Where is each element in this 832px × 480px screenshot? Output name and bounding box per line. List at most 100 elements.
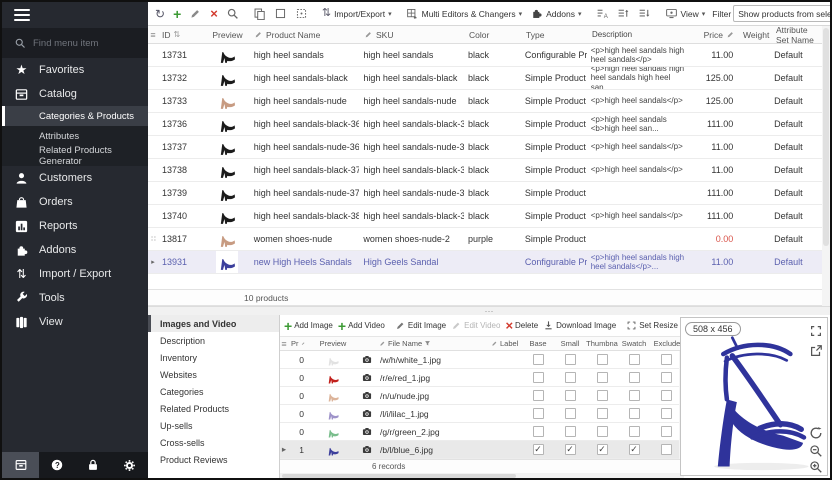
image-row[interactable]: 0 /n/u/nude.jpg <box>280 387 684 405</box>
row-handle[interactable] <box>280 387 288 404</box>
cell-preview[interactable] <box>308 387 358 404</box>
add-image-button[interactable]: Add Image <box>282 316 335 336</box>
rotate-icon[interactable] <box>809 426 823 440</box>
cell-preview[interactable] <box>205 113 250 135</box>
zoom-in-icon[interactable] <box>809 460 823 474</box>
column-header-swatch[interactable]: Swatch <box>618 337 650 350</box>
column-header-thumbnail[interactable]: Thumbna <box>586 337 618 350</box>
cell-camera[interactable] <box>358 441 376 458</box>
exclude-checkbox[interactable] <box>661 354 672 365</box>
small-checkbox[interactable] <box>565 354 576 365</box>
cell-preview[interactable] <box>205 205 250 227</box>
base-checkbox[interactable] <box>533 408 544 419</box>
exclude-checkbox[interactable] <box>661 444 672 455</box>
row-handle[interactable] <box>280 369 288 386</box>
row-handle[interactable] <box>148 136 158 158</box>
sort-desc-button[interactable] <box>635 4 654 24</box>
image-row[interactable]: 0 /l/i/lilac_1.jpg <box>280 405 684 423</box>
column-header-color[interactable]: Color <box>465 26 522 43</box>
column-header-priority[interactable]: Pr <box>288 337 308 350</box>
column-header-base[interactable]: Base <box>522 337 554 350</box>
cell-camera[interactable] <box>358 423 376 440</box>
settings-button[interactable] <box>112 452 148 478</box>
open-external-icon[interactable] <box>809 344 823 358</box>
addons-menu[interactable]: Addons <box>527 4 584 24</box>
cell-camera[interactable] <box>358 387 376 404</box>
search-products-button[interactable] <box>223 4 242 24</box>
scrollbar-thumb[interactable] <box>282 474 516 478</box>
row-handle[interactable] <box>148 182 158 204</box>
column-header-file-name[interactable]: File Name <box>376 337 488 350</box>
column-header-preview[interactable]: Preview <box>205 26 250 43</box>
sidebar-item-catalog[interactable]: Catalog <box>2 82 148 106</box>
cell-camera[interactable] <box>358 405 376 422</box>
sidebar-item-import-export[interactable]: Import / Export <box>2 262 148 286</box>
row-handle[interactable] <box>148 113 158 135</box>
exclude-checkbox[interactable] <box>661 426 672 437</box>
cell-preview[interactable] <box>308 369 358 386</box>
select-button[interactable] <box>271 4 290 24</box>
grid-vertical-scrollbar[interactable] <box>822 26 830 306</box>
swatch-checkbox[interactable] <box>629 426 640 437</box>
pane-resize-handle[interactable] <box>148 306 830 315</box>
set-resize-rule-button[interactable]: Set Resize Rule <box>624 316 684 336</box>
product-row[interactable]: 13733 high heel sandals-nude high heel s… <box>148 90 822 113</box>
cell-preview[interactable] <box>308 423 358 440</box>
column-chooser[interactable] <box>148 26 158 43</box>
lock-button[interactable] <box>75 452 111 478</box>
sidebar-item-customers[interactable]: Customers <box>2 166 148 190</box>
cell-preview[interactable] <box>308 351 358 368</box>
row-handle[interactable] <box>148 228 158 250</box>
fit-screen-icon[interactable] <box>809 324 823 338</box>
store-button[interactable] <box>2 452 39 478</box>
scrollbar-thumb[interactable] <box>823 28 829 246</box>
filter-select[interactable]: Show products from selected categories <box>733 5 830 22</box>
copy-button[interactable] <box>250 4 269 24</box>
view-menu[interactable]: View <box>662 4 709 24</box>
small-checkbox[interactable] <box>565 426 576 437</box>
sidebar-item-addons[interactable]: Addons <box>2 238 148 262</box>
swatch-checkbox[interactable] <box>629 444 640 455</box>
detail-tab[interactable]: Inventory <box>148 349 279 366</box>
sort-az-button[interactable] <box>593 4 612 24</box>
small-checkbox[interactable] <box>565 372 576 383</box>
sort-asc-button[interactable] <box>614 4 633 24</box>
product-row[interactable]: 13817 women shoes-nude women shoes-nude-… <box>148 228 822 251</box>
thumbnail-checkbox[interactable] <box>597 426 608 437</box>
cell-preview[interactable] <box>308 441 358 458</box>
column-header-type[interactable]: Type <box>522 26 588 43</box>
sidebar-item-categories-products[interactable]: Categories & Products <box>2 106 148 126</box>
multi-editors-menu[interactable]: Multi Editors & Changers <box>403 4 526 24</box>
add-video-button[interactable]: Add Video <box>336 316 387 336</box>
row-handle[interactable] <box>280 405 288 422</box>
row-handle[interactable] <box>280 351 288 368</box>
small-checkbox[interactable] <box>565 444 576 455</box>
sidebar-search-input[interactable]: Find menu item <box>2 28 148 58</box>
cell-preview[interactable] <box>205 136 250 158</box>
thumbnail-checkbox[interactable] <box>597 372 608 383</box>
column-header-product-name[interactable]: Product Name <box>250 26 360 43</box>
column-header-exclude[interactable]: Exclude <box>650 337 682 350</box>
menu-toggle-button[interactable] <box>2 2 148 28</box>
sidebar-item-related-products-generator[interactable]: Related Products Generator <box>2 146 148 166</box>
column-header-weight[interactable]: Weight <box>739 26 772 43</box>
base-checkbox[interactable] <box>533 354 544 365</box>
row-handle[interactable] <box>148 205 158 227</box>
sidebar-item-reports[interactable]: Reports <box>2 214 148 238</box>
cell-preview[interactable] <box>205 67 250 89</box>
product-row[interactable]: 13731 high heel sandals high heel sandal… <box>148 44 822 67</box>
swatch-checkbox[interactable] <box>629 408 640 419</box>
small-checkbox[interactable] <box>565 390 576 401</box>
row-handle[interactable] <box>148 251 158 273</box>
detail-tab[interactable]: Categories <box>148 383 279 400</box>
exclude-checkbox[interactable] <box>661 372 672 383</box>
cell-preview[interactable] <box>308 405 358 422</box>
product-row[interactable]: 13740 high heel sandals-black-38 high he… <box>148 205 822 228</box>
cell-preview[interactable] <box>205 182 250 204</box>
import-export-menu[interactable]: Import/Export <box>319 4 395 24</box>
product-row[interactable]: 13736 high heel sandals-black-36 high he… <box>148 113 822 136</box>
product-row[interactable]: 13737 high heel sandals-nude-36 high hee… <box>148 136 822 159</box>
cell-preview[interactable] <box>205 251 250 273</box>
detail-tab[interactable]: Up-sells <box>148 417 279 434</box>
column-header-sku[interactable]: SKU <box>360 26 465 43</box>
